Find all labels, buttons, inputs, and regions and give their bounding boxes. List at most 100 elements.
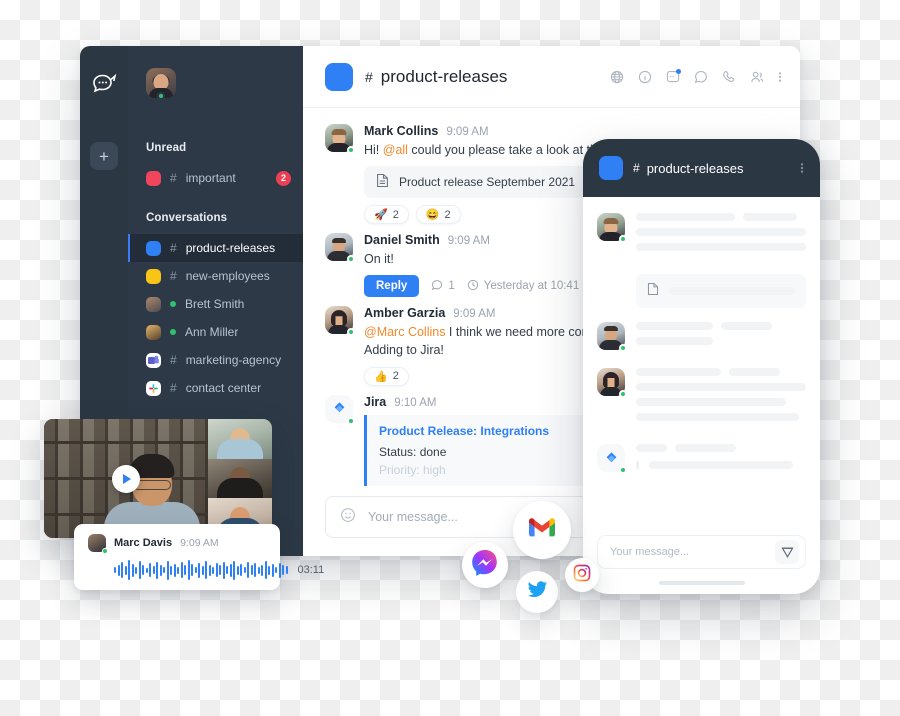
phone-attachment-card[interactable] (636, 274, 806, 308)
sidebar-item-contact-center[interactable]: # contact center (128, 374, 303, 402)
online-status-dot (170, 329, 176, 335)
avatar[interactable] (325, 233, 355, 264)
avatar[interactable] (325, 394, 355, 425)
play-icon[interactable] (112, 464, 140, 493)
channel-color-icon (599, 156, 623, 180)
phone-icon[interactable] (722, 70, 736, 84)
reaction-chip[interactable]: 👍 2 (364, 366, 409, 386)
phone-composer-box[interactable]: Your message... (597, 535, 806, 569)
clock-icon (467, 279, 479, 294)
smiley-icon[interactable] (340, 507, 356, 528)
skeleton-line (636, 444, 667, 452)
reply-count[interactable]: 1 (431, 279, 455, 294)
contact-avatar (146, 296, 161, 312)
skeleton-line (636, 228, 806, 236)
reaction-emoji: 😄 (425, 209, 440, 222)
avatar[interactable] (325, 306, 355, 337)
waveform-bar (114, 567, 116, 573)
reaction-emoji: 🚀 (374, 209, 388, 222)
more-vertical-icon[interactable] (778, 70, 782, 84)
phone-jira-card[interactable] (636, 461, 806, 469)
waveform-bar (180, 562, 183, 578)
members-icon[interactable] (750, 70, 764, 84)
twitter-bubble[interactable] (516, 571, 558, 613)
online-status-dot (619, 235, 627, 243)
waveform-bar (145, 567, 148, 573)
chat-header-tools (610, 68, 782, 84)
participant-body (217, 438, 263, 459)
online-status-dot (347, 255, 355, 264)
sidebar-item-brett-smith[interactable]: Brett Smith (128, 290, 303, 318)
reply-button[interactable]: Reply (364, 275, 420, 298)
hash-icon: # (365, 68, 373, 85)
skeleton-line (636, 398, 786, 406)
reaction-chip[interactable]: 😄 2 (415, 205, 461, 225)
instagram-icon (573, 564, 591, 587)
sidebar-item-ann-miller[interactable]: Ann Miller (128, 318, 303, 346)
notes-icon[interactable] (666, 68, 681, 84)
mobile-app-mockup: # product-releases Your message... (583, 139, 820, 594)
waveform-bar (285, 566, 288, 574)
hash-icon: # (170, 381, 177, 395)
reaction-count: 2 (392, 370, 399, 382)
sidebar-item-label: product-releases (185, 241, 276, 255)
sidebar-item-marketing-agency[interactable]: # marketing-agency (128, 346, 303, 374)
message-input[interactable]: Your message... (368, 510, 458, 524)
waveform-bar (219, 565, 221, 575)
messenger-bubble[interactable] (462, 542, 508, 588)
chat-bubble-rocket-logo-icon[interactable] (91, 72, 117, 94)
waveform-bar (201, 565, 204, 575)
sidebar-item-label: Ann Miller (185, 325, 239, 339)
waveform-bar (117, 564, 120, 576)
message-author: Daniel Smith (364, 233, 440, 248)
waveform-bar (264, 561, 267, 579)
more-vertical-icon[interactable] (800, 161, 804, 175)
voice-message-card[interactable]: Marc Davis 9:09 AM 03:11 (74, 524, 324, 590)
instagram-bubble[interactable] (565, 558, 599, 592)
mention[interactable]: @all (383, 143, 408, 157)
message-time: 9:09 AM (447, 235, 490, 248)
avatar[interactable] (128, 68, 176, 100)
phone-message-input[interactable]: Your message... (610, 546, 689, 558)
video-participant-2[interactable] (208, 458, 272, 499)
video-call-card[interactable] (44, 419, 272, 538)
attachment-name: Product release September 2021 (399, 175, 576, 190)
waveform-bar (194, 567, 197, 573)
avatar (597, 368, 627, 398)
attachment-card[interactable]: Product release September 2021 (364, 166, 588, 199)
waveform-bar (163, 567, 165, 573)
avatar[interactable] (325, 124, 355, 154)
list-item (597, 322, 806, 352)
gmail-icon (528, 517, 556, 544)
waveform-bar (187, 560, 190, 580)
hash-icon: # (633, 161, 640, 175)
voice-message-body: 03:11 (88, 558, 324, 582)
shelf-line (44, 441, 208, 444)
mention[interactable]: @Marc Collins (364, 325, 445, 339)
audio-waveform[interactable] (114, 558, 288, 582)
sidebar-item-label: contact center (185, 381, 262, 395)
message-author: Amber Garzia (364, 306, 446, 321)
reaction-chip[interactable]: 🚀 2 (364, 205, 409, 225)
waveform-bar (254, 563, 256, 577)
waveform-bar (152, 566, 155, 574)
send-icon[interactable] (775, 540, 799, 564)
info-icon[interactable] (638, 70, 652, 84)
gmail-bubble[interactable] (513, 501, 571, 559)
sidebar-item-important[interactable]: # important 2 (128, 164, 303, 192)
globe-icon[interactable] (610, 70, 624, 84)
sidebar-item-new-employees[interactable]: # new-employees (128, 262, 303, 290)
comment-icon[interactable] (694, 70, 708, 84)
online-status-dot (619, 390, 627, 398)
waveform-bar (198, 562, 200, 578)
last-activity: Yesterday at 10:41 PM (467, 279, 600, 294)
document-icon (376, 173, 389, 191)
skeleton-line (649, 461, 794, 469)
waveform-bar (250, 565, 253, 575)
sidebar-section-conversations: Conversations (146, 212, 228, 224)
sidebar-item-product-releases[interactable]: # product-releases (128, 234, 303, 262)
skeleton-line (729, 368, 780, 376)
waveform-bar (142, 565, 144, 575)
video-participant-1[interactable] (208, 419, 272, 459)
add-button[interactable]: + (90, 142, 118, 170)
